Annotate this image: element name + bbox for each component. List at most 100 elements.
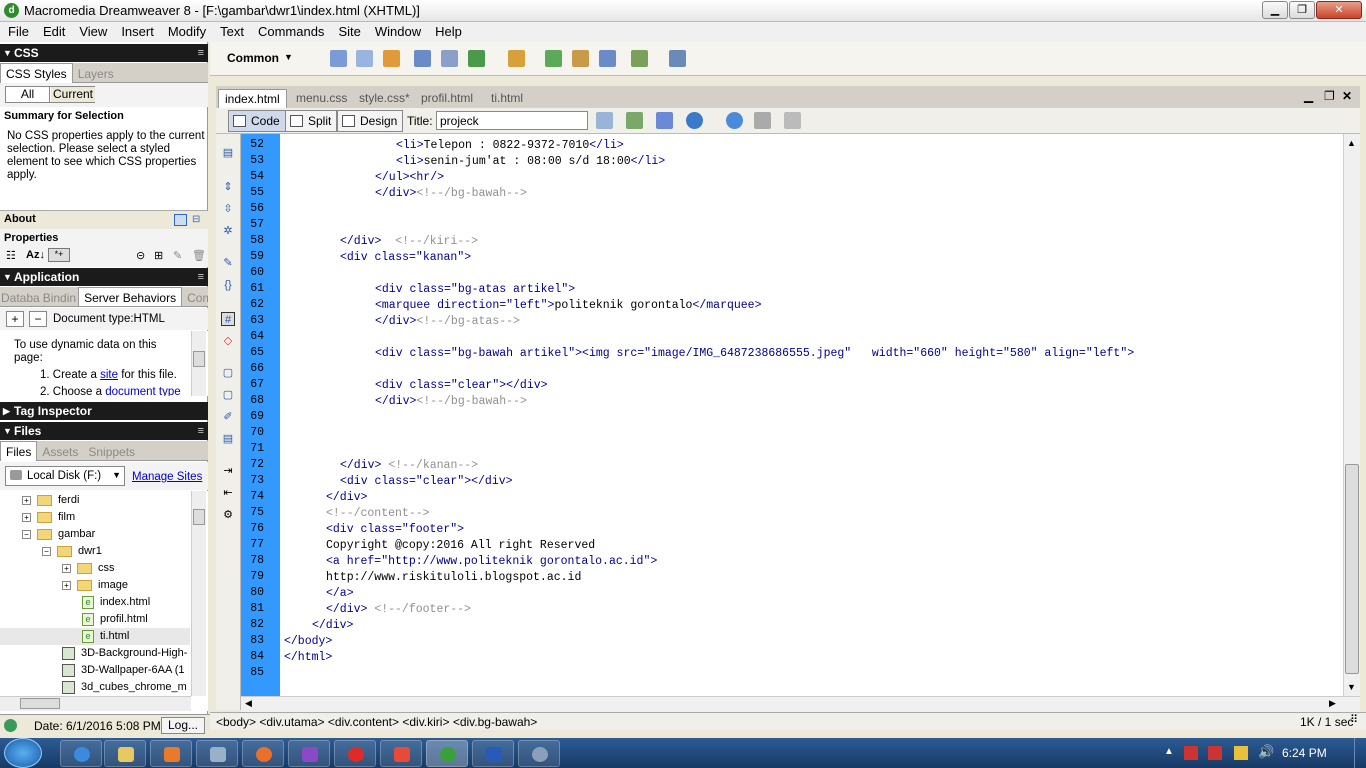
- tree-item[interactable]: 3D-Background-High-: [62, 645, 187, 662]
- view-toggle-icon[interactable]: [174, 214, 187, 226]
- format-source-icon[interactable]: ⚙: [221, 508, 235, 522]
- insert-category-dropdown[interactable]: Common: [227, 51, 279, 65]
- tree-item[interactable]: + image: [62, 577, 128, 594]
- tree-item[interactable]: 3d_cubes_chrome_m: [62, 679, 187, 696]
- scroll-thumb[interactable]: [1345, 464, 1359, 674]
- log-button[interactable]: Log...: [161, 717, 205, 734]
- preview-browser-icon[interactable]: [686, 112, 703, 129]
- css-panel-header[interactable]: ▼ CSS ≡: [0, 44, 208, 62]
- tab-index-html[interactable]: index.html: [218, 89, 287, 108]
- remove-comment-icon[interactable]: ▢: [221, 388, 235, 402]
- collapse-selection-icon[interactable]: ⇳: [221, 202, 235, 216]
- date-icon[interactable]: [545, 50, 562, 67]
- visual-aids-icon[interactable]: [784, 112, 801, 129]
- email-link-icon[interactable]: [356, 50, 373, 67]
- refresh-icon[interactable]: [726, 112, 743, 129]
- tab-bindings[interactable]: Bindin: [41, 288, 78, 306]
- tab-css-styles[interactable]: CSS Styles: [0, 63, 73, 83]
- tree-item[interactable]: e profil.html: [82, 611, 148, 628]
- doc-minimize-icon[interactable]: ▁: [1304, 87, 1313, 106]
- file-management-icon[interactable]: [656, 112, 673, 129]
- delete-rule-icon[interactable]: 🗑: [192, 249, 206, 262]
- tab-ti-html[interactable]: ti.html: [485, 89, 529, 108]
- tree-item[interactable]: + ferdi: [22, 492, 79, 509]
- menu-view[interactable]: View: [71, 22, 113, 39]
- validate-markup-icon[interactable]: [626, 112, 643, 129]
- image-icon[interactable]: [468, 50, 485, 67]
- volume-icon[interactable]: 🔊: [1258, 744, 1274, 760]
- taskbar-dreamweaver-button[interactable]: [426, 740, 468, 767]
- files-panel-header[interactable]: ▼ Files ≡: [0, 422, 208, 440]
- view-options-icon[interactable]: [754, 112, 771, 129]
- indent-icon[interactable]: ⇥: [221, 464, 235, 478]
- highlight-invalid-icon[interactable]: ◇: [221, 334, 235, 348]
- manage-sites-link[interactable]: Manage Sites: [132, 471, 202, 483]
- line-numbers-icon[interactable]: #: [221, 312, 235, 326]
- menu-modify[interactable]: Modify: [160, 22, 212, 39]
- maximize-button[interactable]: ❐: [1289, 1, 1315, 19]
- tag-inspector-header[interactable]: ▶ Tag Inspector: [0, 402, 208, 420]
- tab-style-css[interactable]: style.css*: [353, 89, 416, 108]
- split-view-button[interactable]: Split: [285, 110, 338, 132]
- view-list-icon[interactable]: ⊟: [192, 214, 204, 226]
- sort-az-icon[interactable]: Az↓: [26, 249, 45, 261]
- taskbar-opera-button[interactable]: [334, 740, 376, 767]
- code-horizontal-scrollbar[interactable]: ◀ ▶: [241, 696, 1360, 712]
- tree-item[interactable]: − dwr1: [42, 543, 102, 560]
- doc-restore-icon[interactable]: ❐: [1324, 87, 1335, 106]
- tab-components[interactable]: Compo: [182, 288, 208, 306]
- balance-braces-icon[interactable]: {}: [221, 278, 235, 292]
- tab-profil-html[interactable]: profil.html: [415, 89, 479, 108]
- action-center-icon[interactable]: [1184, 746, 1198, 760]
- table-icon[interactable]: [414, 50, 431, 67]
- code-vertical-scrollbar[interactable]: ▲ ▼: [1343, 134, 1360, 696]
- scroll-down-icon[interactable]: ▼: [1347, 682, 1356, 692]
- taskbar-media-player-button[interactable]: [150, 740, 192, 767]
- tree-item[interactable]: e index.html: [82, 594, 150, 611]
- clock[interactable]: 6:24 PM: [1282, 746, 1327, 760]
- named-anchor-icon[interactable]: [383, 50, 400, 67]
- show-hidden-icons[interactable]: ▲: [1164, 746, 1174, 757]
- document-title-input[interactable]: [436, 111, 588, 130]
- tab-layers[interactable]: Layers: [73, 64, 119, 84]
- wrap-tag-icon[interactable]: ✐: [221, 410, 235, 424]
- scroll-right-icon[interactable]: ▶: [1329, 698, 1336, 709]
- show-category-icon[interactable]: ☷: [6, 249, 16, 262]
- scroll-left-icon[interactable]: ◀: [245, 698, 252, 709]
- menu-text[interactable]: Text: [212, 22, 250, 39]
- tree-item-selected[interactable]: e ti.html: [0, 628, 190, 645]
- taskbar-audio-button[interactable]: [196, 740, 238, 767]
- menu-commands[interactable]: Commands: [250, 22, 330, 39]
- panel-options-icon[interactable]: ≡: [198, 422, 204, 440]
- templates-icon[interactable]: [631, 50, 648, 67]
- doc-close-icon[interactable]: ✕: [1342, 87, 1352, 106]
- menu-help[interactable]: Help: [427, 22, 468, 39]
- outdent-icon[interactable]: ⇤: [221, 486, 235, 500]
- document-type-link[interactable]: document type: [105, 386, 180, 396]
- tag-selector[interactable]: <body> <div.utama> <div.content> <div.ki…: [216, 715, 537, 729]
- hyperlink-icon[interactable]: [330, 50, 347, 67]
- apply-comment-icon[interactable]: ▢: [221, 366, 235, 380]
- add-behavior-button[interactable]: +: [6, 311, 24, 327]
- server-side-include-icon[interactable]: [572, 50, 589, 67]
- taskbar-app3-button[interactable]: [518, 740, 560, 767]
- site-link[interactable]: site: [100, 369, 118, 381]
- close-button[interactable]: ✕: [1316, 1, 1362, 19]
- tab-snippets[interactable]: Snippets: [83, 442, 140, 462]
- taskbar-app-button[interactable]: [288, 740, 330, 767]
- menu-insert[interactable]: Insert: [113, 22, 160, 39]
- chevron-down-icon[interactable]: ▼: [284, 52, 293, 62]
- code-view-button[interactable]: Code: [228, 110, 286, 132]
- tab-menu-css[interactable]: menu.css: [290, 89, 353, 108]
- edit-style-icon[interactable]: ✎: [173, 249, 182, 262]
- code-editor[interactable]: <li>Telepon : 0822-9372-7010</li> <li>sen…: [280, 134, 1343, 696]
- show-set-icon[interactable]: *+: [48, 248, 70, 262]
- all-button[interactable]: All: [6, 87, 50, 102]
- minimize-button[interactable]: ▁: [1262, 1, 1288, 19]
- scroll-up-icon[interactable]: ▲: [1347, 138, 1356, 148]
- taskbar-firefox-button[interactable]: [242, 740, 284, 767]
- panel-options-icon[interactable]: ≡: [198, 268, 204, 286]
- start-button[interactable]: [4, 738, 42, 768]
- select-parent-tag-icon[interactable]: ✎: [221, 256, 235, 270]
- tray-app-icon[interactable]: [1208, 746, 1222, 760]
